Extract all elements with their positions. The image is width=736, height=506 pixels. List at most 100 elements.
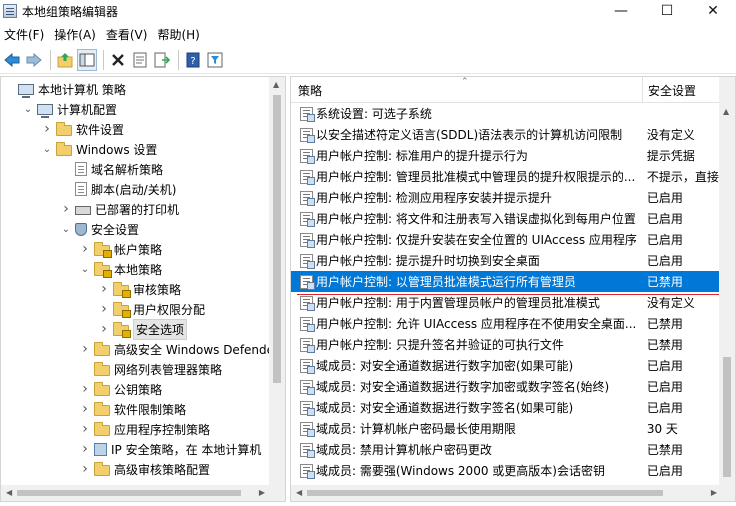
tree-item[interactable]: › 软件限制策略 bbox=[79, 399, 186, 419]
policy-row[interactable]: 用户帐户控制: 以管理员批准模式运行所有管理员 已禁用 bbox=[291, 271, 721, 292]
tree-item[interactable]: › 应用程序控制策略 bbox=[79, 419, 210, 439]
tree-vertical-scrollbar[interactable]: ▲ bbox=[269, 77, 285, 501]
tree-item[interactable]: › 公钥策略 bbox=[79, 379, 162, 399]
tree-item[interactable]: › 帐户策略 bbox=[79, 239, 162, 259]
tree-item[interactable]: 脚本(启动/关机) bbox=[60, 179, 176, 199]
policy-list[interactable]: 策略 ⌃ 安全设置 系统设置: 可选子系统 以安全描述符定义语言(SDDL)语法表… bbox=[290, 76, 736, 502]
policy-row[interactable]: 用户帐户控制: 标准用户的提升提示行为 提示凭据 bbox=[291, 145, 721, 166]
policy-row[interactable]: 用户帐户控制: 检测应用程序安装并提示提升 已启用 bbox=[291, 187, 721, 208]
scroll-left-arrow-icon[interactable]: ◀ bbox=[296, 488, 302, 497]
scroll-left-arrow-icon[interactable]: ◀ bbox=[6, 488, 12, 497]
close-button[interactable]: ✕ bbox=[690, 0, 736, 22]
policy-row[interactable]: 用户帐户控制: 提示提升时切换到安全桌面 已启用 bbox=[291, 250, 721, 271]
policy-name: 以安全描述符定义语言(SDDL)语法表示的计算机访问限制 bbox=[316, 128, 623, 142]
policy-row[interactable]: 域成员: 对安全通道数据进行数字签名(如果可能) 已启用 bbox=[291, 397, 721, 418]
chevron-right-icon[interactable]: › bbox=[79, 381, 91, 397]
show-hide-tree-icon[interactable] bbox=[77, 48, 97, 71]
minimize-button[interactable]: — bbox=[598, 0, 644, 22]
policy-row[interactable]: 以安全描述符定义语言(SDDL)语法表示的计算机访问限制 没有定义 bbox=[291, 124, 721, 145]
column-divider[interactable] bbox=[642, 77, 643, 103]
menu-help[interactable]: 帮助(H) bbox=[153, 26, 205, 43]
chevron-down-icon[interactable]: ⌄ bbox=[22, 103, 34, 115]
tree-item[interactable]: › 软件设置 bbox=[41, 119, 124, 139]
chevron-down-icon[interactable]: ⌄ bbox=[41, 143, 53, 155]
delete-icon[interactable] bbox=[108, 49, 128, 71]
scroll-right-arrow-icon[interactable]: ▶ bbox=[259, 488, 265, 497]
tree-item[interactable]: ⌄ Windows 设置 bbox=[41, 139, 157, 159]
policy-row[interactable]: 用户帐户控制: 仅提升安装在安全位置的 UIAccess 应用程序 已启用 bbox=[291, 229, 721, 250]
filter-icon[interactable] bbox=[205, 49, 225, 71]
scrollbar-thumb[interactable] bbox=[307, 490, 663, 496]
policy-setting-icon bbox=[300, 379, 315, 395]
back-icon[interactable] bbox=[2, 49, 22, 71]
chevron-right-icon[interactable]: › bbox=[79, 401, 91, 417]
menu-action[interactable]: 操作(A) bbox=[50, 26, 102, 43]
tree-item[interactable]: ⌄ 本地策略 bbox=[79, 259, 162, 279]
scrollbar-thumb[interactable] bbox=[17, 490, 241, 496]
list-vertical-scrollbar[interactable]: ▲ bbox=[719, 77, 735, 501]
scroll-right-arrow-icon[interactable]: ▶ bbox=[711, 488, 717, 497]
chevron-down-icon[interactable]: ⌄ bbox=[79, 263, 91, 275]
policy-security-setting: 已启用 bbox=[646, 380, 683, 394]
chevron-right-icon[interactable]: › bbox=[79, 461, 91, 477]
scrollbar-thumb[interactable] bbox=[273, 95, 281, 383]
tree-item[interactable]: › 审核策略 bbox=[98, 279, 181, 299]
policy-row[interactable]: 用户帐户控制: 管理员批准模式中管理员的提升权限提示的... 不提示，直接提升 bbox=[291, 166, 721, 187]
policy-setting-icon bbox=[300, 358, 315, 374]
scroll-up-arrow-icon[interactable]: ▲ bbox=[273, 80, 279, 89]
chevron-right-icon[interactable]: › bbox=[79, 341, 91, 357]
console-tree[interactable]: 本地计算机 策略 ⌄ 计算机配置 › 软件设置 ⌄ Windows 设置 域名解析策略 脚本(启… bbox=[0, 76, 286, 502]
properties-icon[interactable] bbox=[130, 49, 150, 71]
tree-item[interactable]: 域名解析策略 bbox=[60, 159, 163, 179]
document-icon bbox=[75, 162, 87, 176]
tree-item[interactable]: › 已部署的打印机 bbox=[60, 199, 179, 219]
chevron-right-icon[interactable]: › bbox=[98, 281, 110, 297]
tree-item[interactable]: › IP 安全策略，在 本地计算机 bbox=[79, 439, 261, 459]
policy-row[interactable]: 域成员: 计算机帐户密码最长使用期限 30 天 bbox=[291, 418, 721, 439]
menu-view[interactable]: 查看(V) bbox=[102, 26, 154, 43]
chevron-right-icon[interactable]: › bbox=[79, 441, 91, 457]
policy-row[interactable]: 域成员: 禁用计算机帐户密码更改 已禁用 bbox=[291, 439, 721, 460]
policy-row[interactable]: 域成员: 对安全通道数据进行数字加密(如果可能) 已启用 bbox=[291, 355, 721, 376]
tree-item[interactable]: › 安全选项 bbox=[98, 318, 188, 340]
folder-icon bbox=[94, 401, 110, 416]
tree-horizontal-scrollbar[interactable]: ◀ ▶ bbox=[1, 485, 269, 501]
scroll-up-arrow-icon[interactable]: ▲ bbox=[723, 107, 729, 116]
column-policy[interactable]: 策略 bbox=[298, 77, 322, 103]
tree-item[interactable]: 本地计算机 策略 bbox=[3, 79, 126, 99]
toolbar-separator bbox=[103, 49, 104, 70]
tree-item-label: 本地计算机 策略 bbox=[38, 82, 126, 97]
list-horizontal-scrollbar[interactable]: ◀ ▶ bbox=[291, 485, 721, 501]
column-security-setting[interactable]: 安全设置 bbox=[648, 77, 696, 103]
policy-row[interactable]: 域成员: 需要强(Windows 2000 或更高版本)会话密钥 已启用 bbox=[291, 460, 721, 481]
menu-file[interactable]: 文件(F) bbox=[0, 26, 50, 43]
policy-row[interactable]: 用户帐户控制: 允许 UIAccess 应用程序在不使用安全桌面... 已禁用 bbox=[291, 313, 721, 334]
policy-row[interactable]: 域成员: 对安全通道数据进行数字加密或数字签名(始终) 已启用 bbox=[291, 376, 721, 397]
tree-item[interactable]: › 高级审核策略配置 bbox=[79, 459, 210, 479]
tree-item-label: 网络列表管理器策略 bbox=[114, 362, 223, 377]
chevron-down-icon[interactable]: ⌄ bbox=[60, 223, 72, 235]
chevron-right-icon[interactable]: › bbox=[98, 321, 110, 337]
chevron-right-icon[interactable]: › bbox=[60, 201, 72, 217]
chevron-right-icon[interactable]: › bbox=[98, 301, 110, 317]
policy-row[interactable]: 用户帐户控制: 将文件和注册表写入错误虚拟化到每用户位置 已启用 bbox=[291, 208, 721, 229]
maximize-button[interactable]: ☐ bbox=[644, 0, 690, 22]
help-icon[interactable]: ? bbox=[183, 49, 203, 71]
policy-row[interactable]: 系统设置: 可选子系统 bbox=[291, 103, 721, 124]
chevron-right-icon[interactable]: › bbox=[79, 241, 91, 257]
scrollbar-thumb[interactable] bbox=[723, 357, 731, 477]
chevron-right-icon[interactable]: › bbox=[79, 421, 91, 437]
tree-item-label: 软件设置 bbox=[76, 122, 125, 137]
tree-item[interactable]: ⌄ 安全设置 bbox=[60, 219, 139, 239]
policy-row[interactable]: 用户帐户控制: 只提升签名并验证的可执行文件 已禁用 bbox=[291, 334, 721, 355]
up-folder-icon[interactable] bbox=[55, 49, 75, 71]
tree-item[interactable]: ⌄ 计算机配置 bbox=[22, 99, 117, 119]
policy-security-setting: 已禁用 bbox=[646, 443, 683, 457]
tree-item[interactable]: › 高级安全 Windows Defender 防 bbox=[79, 339, 285, 359]
forward-icon[interactable] bbox=[24, 49, 44, 71]
policy-row[interactable]: 用户帐户控制: 用于内置管理员帐户的管理员批准模式 没有定义 bbox=[291, 292, 721, 313]
tree-item[interactable]: › 用户权限分配 bbox=[98, 299, 205, 319]
export-list-icon[interactable] bbox=[152, 49, 172, 71]
chevron-right-icon[interactable]: › bbox=[41, 121, 53, 137]
tree-item[interactable]: 网络列表管理器策略 bbox=[79, 359, 222, 379]
